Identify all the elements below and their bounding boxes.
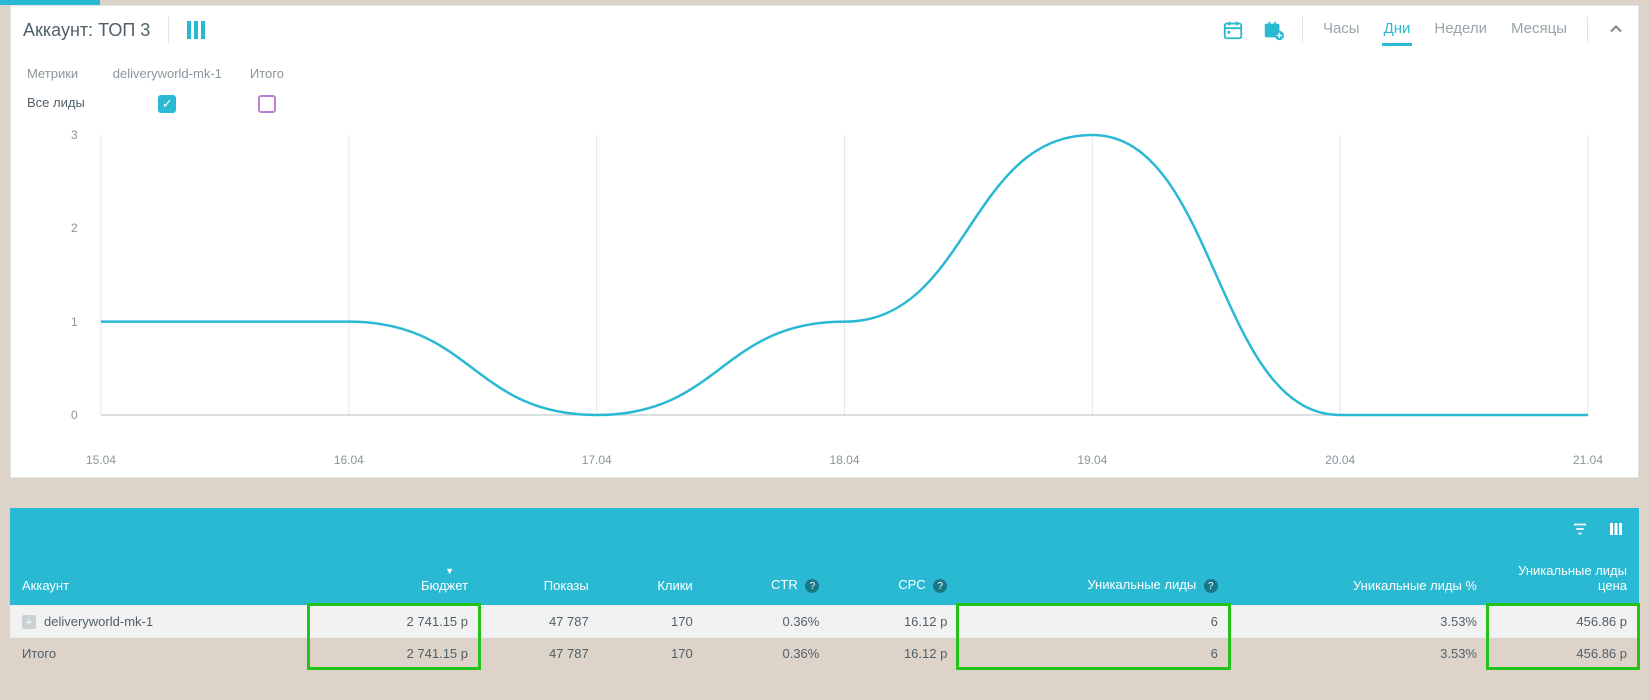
help-icon[interactable]: ? (1204, 579, 1218, 593)
help-icon[interactable]: ? (805, 579, 819, 593)
col-budget-label: Бюджет (421, 578, 468, 593)
tab-weeks[interactable]: Недели (1432, 14, 1489, 46)
cell-cpc: 16.12 р (831, 638, 959, 670)
cell-clicks: 170 (601, 638, 705, 670)
col-uniq-leads-price[interactable]: Уникальные лиды цена (1489, 553, 1639, 606)
col-account[interactable]: Аккаунт (10, 553, 310, 606)
cell-uniq_leads: 6 (959, 606, 1229, 638)
col-impressions-label: Показы (544, 578, 589, 593)
tab-days[interactable]: Дни (1382, 14, 1413, 46)
col-uniq-leads-price-label: Уникальные лиды цена (1501, 563, 1627, 593)
col-clicks-label: Клики (657, 578, 692, 593)
help-icon[interactable]: ? (933, 579, 947, 593)
col-account-label: Аккаунт (22, 578, 69, 593)
chart-area: 012315.0416.0417.0418.0419.0420.0421.04 (41, 127, 1608, 447)
table-toolbar (10, 508, 1639, 553)
cell-uniq_leads_pct: 3.53% (1230, 606, 1489, 638)
cell-budget: 2 741.15 р (310, 638, 480, 670)
cell-ctr: 0.36% (705, 638, 832, 670)
account-prefix: Аккаунт: (23, 20, 93, 40)
cell-cpc: 16.12 р (831, 606, 959, 638)
series1-checkbox[interactable]: ✓ (158, 95, 176, 113)
cell-clicks: 170 (601, 606, 705, 638)
checkmark-icon: ✓ (162, 96, 173, 112)
y-tick-label: 3 (71, 128, 78, 142)
metrics-label: Метрики (27, 66, 85, 81)
chart-card-header: Аккаунт: ТОП 3 (11, 6, 1638, 46)
col-uniq-leads-pct[interactable]: Уникальные лиды % (1230, 553, 1489, 606)
col-clicks[interactable]: Клики (601, 553, 705, 606)
cell-account: + deliveryworld-mk-1 (10, 606, 310, 638)
x-tick-label: 17.04 (582, 453, 612, 467)
chart-card: Аккаунт: ТОП 3 (10, 5, 1639, 478)
divider (1587, 17, 1588, 43)
x-tick-label: 15.04 (86, 453, 116, 467)
table-row: + deliveryworld-mk-1 2 741.15 р47 7871700.… (10, 606, 1639, 638)
x-tick-label: 20.04 (1325, 453, 1355, 467)
col-cpc[interactable]: CPC ? (831, 553, 959, 606)
cell-budget: 2 741.15 р (310, 606, 480, 638)
cell-uniq_leads_pct: 3.53% (1230, 638, 1489, 670)
filter-icon[interactable] (1571, 520, 1589, 541)
cell-uniq_leads_price: 456.86 р (1489, 638, 1639, 670)
col-ctr-label: CTR (771, 577, 798, 592)
tab-hours[interactable]: Часы (1321, 14, 1362, 46)
total-label: Итого (250, 66, 284, 81)
x-tick-label: 18.04 (829, 453, 859, 467)
y-tick-label: 0 (71, 408, 78, 422)
table-total-row: Итого 2 741.15 р47 7871700.36%16.12 р63.5… (10, 638, 1639, 670)
x-tick-label: 19.04 (1077, 453, 1107, 467)
divider (1302, 17, 1303, 43)
total-checkbox[interactable] (258, 95, 276, 113)
account-name: ТОП 3 (98, 20, 150, 40)
col-cpc-label: CPC (898, 577, 925, 592)
x-tick-label: 21.04 (1573, 453, 1603, 467)
pause-icon[interactable] (187, 21, 205, 39)
table-card: Аккаунт ▼ Бюджет Показы Клики CTR ? CPC … (10, 508, 1639, 669)
sort-desc-icon: ▼ (445, 566, 454, 576)
col-impressions[interactable]: Показы (480, 553, 601, 606)
col-uniq-leads[interactable]: Уникальные лиды ? (959, 553, 1229, 606)
col-uniq-leads-label: Уникальные лиды (1087, 577, 1196, 592)
cell-impressions: 47 787 (480, 638, 601, 670)
col-uniq-leads-pct-label: Уникальные лиды % (1353, 578, 1477, 593)
table-header-row: Аккаунт ▼ Бюджет Показы Клики CTR ? CPC … (10, 553, 1639, 606)
cell-uniq_leads: 6 (959, 638, 1229, 670)
series1-label: deliveryworld-mk-1 (113, 66, 222, 81)
calendar-plus-icon[interactable] (1262, 19, 1284, 41)
collapse-icon[interactable] (1606, 19, 1626, 42)
x-tick-label: 16.04 (334, 453, 364, 467)
period-tabs: Часы Дни Недели Месяцы (1321, 14, 1569, 46)
y-tick-label: 2 (71, 221, 78, 235)
calendar-icon[interactable] (1222, 19, 1244, 41)
y-tick-label: 1 (71, 315, 78, 329)
cell-text: deliveryworld-mk-1 (44, 614, 153, 629)
all-leads-label: Все лиды (27, 95, 85, 110)
columns-icon[interactable] (1607, 520, 1625, 541)
cell-text: Итого (22, 646, 56, 661)
cell-ctr: 0.36% (705, 606, 832, 638)
expand-icon[interactable]: + (22, 615, 36, 629)
col-ctr[interactable]: CTR ? (705, 553, 832, 606)
col-budget[interactable]: ▼ Бюджет (310, 553, 480, 606)
cell-impressions: 47 787 (480, 606, 601, 638)
metrics-legend: Метрики Все лиды deliveryworld-mk-1 ✓ Ит… (11, 46, 1638, 119)
cell-account: Итого (10, 638, 310, 670)
divider (168, 17, 169, 43)
cell-uniq_leads_price: 456.86 р (1489, 606, 1639, 638)
tab-months[interactable]: Месяцы (1509, 14, 1569, 46)
account-title: Аккаунт: ТОП 3 (23, 20, 150, 41)
data-table: Аккаунт ▼ Бюджет Показы Клики CTR ? CPC … (10, 553, 1639, 669)
